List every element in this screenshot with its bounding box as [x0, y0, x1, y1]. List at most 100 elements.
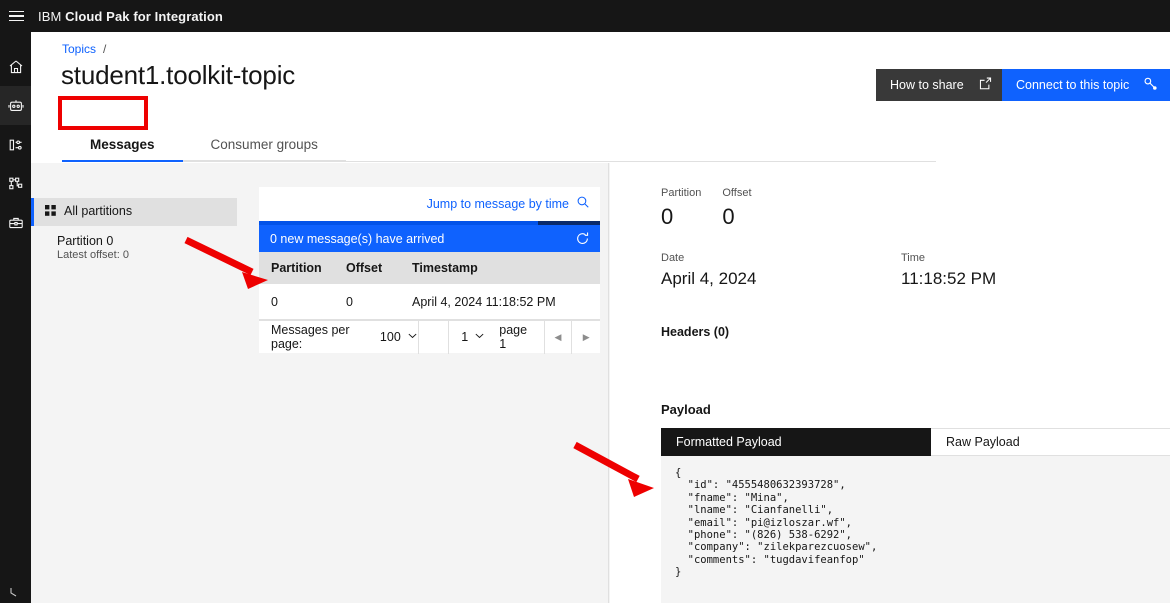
- headers-label: Headers (0): [661, 325, 729, 339]
- page-action-buttons: How to share Connect to this topic: [876, 69, 1170, 101]
- tab-raw-payload[interactable]: Raw Payload: [931, 428, 1170, 456]
- detail-partition-label: Partition: [661, 187, 701, 199]
- page-title: student1.toolkit-topic: [61, 60, 295, 91]
- detail-time-label: Time: [901, 252, 1141, 264]
- tab-messages[interactable]: Messages: [62, 128, 183, 162]
- per-page-value: 100: [380, 330, 401, 344]
- page-count-text: page 1: [499, 323, 531, 351]
- breadcrumb-separator: /: [103, 42, 106, 56]
- message-detail-pane: Partition 0 Offset 0 Date April 4, 2024 …: [610, 163, 1170, 603]
- share-icon: [978, 76, 993, 94]
- payload-label: Payload: [661, 402, 711, 417]
- chevron-down-icon: [474, 330, 485, 344]
- next-page-button[interactable]: ▶: [572, 321, 600, 354]
- page-select[interactable]: 1: [461, 330, 485, 344]
- robot-icon: [8, 98, 24, 114]
- new-messages-banner[interactable]: 0 new message(s) have arrived: [259, 225, 600, 252]
- connect-to-topic-label: Connect to this topic: [1016, 78, 1129, 92]
- rail-item-topology[interactable]: [0, 164, 31, 203]
- per-page-group: Messages per page: 100: [259, 323, 418, 351]
- detail-date-label: Date: [661, 252, 901, 264]
- detail-time: Time 11:18:52 PM: [901, 252, 1141, 289]
- per-page-select[interactable]: 100: [380, 330, 418, 344]
- brand-name: Cloud Pak for Integration: [65, 9, 223, 24]
- detail-offset-value: 0: [722, 204, 751, 230]
- content-area: All partitions Partition 0 Latest offset…: [31, 163, 1170, 603]
- pagination-gap: [419, 321, 450, 354]
- messages-left-column: All partitions Partition 0 Latest offset…: [31, 163, 609, 603]
- detail-time-value: 11:18:52 PM: [901, 269, 1141, 289]
- detail-date-value: April 4, 2024: [661, 269, 901, 289]
- tab-messages-label: Messages: [90, 137, 155, 152]
- partition-list: All partitions Partition 0 Latest offset…: [31, 198, 237, 267]
- per-page-label: Messages per page:: [271, 323, 372, 351]
- page-value: 1: [461, 330, 468, 344]
- prev-page-button[interactable]: ◀: [545, 321, 573, 354]
- col-timestamp[interactable]: Timestamp: [412, 261, 600, 275]
- breadcrumb-link-topics[interactable]: Topics: [62, 42, 96, 56]
- chevron-down-icon: [407, 330, 418, 344]
- detail-offset-label: Offset: [722, 187, 751, 199]
- home-icon: [8, 59, 24, 75]
- detail-partition-value: 0: [661, 204, 701, 230]
- refresh-icon[interactable]: [575, 231, 590, 246]
- rail-item-overflow[interactable]: [0, 587, 31, 603]
- brand-prefix: IBM: [38, 9, 61, 24]
- row-partition: 0: [259, 295, 346, 309]
- jump-to-message-link[interactable]: Jump to message by time: [427, 197, 569, 211]
- messages-table-card: Jump to message by time 0 new message(s)…: [259, 187, 600, 353]
- new-messages-text: 0 new message(s) have arrived: [270, 232, 444, 246]
- row-timestamp: April 4, 2024 11:18:52 PM: [412, 295, 600, 309]
- rail-item-toolbox[interactable]: [0, 203, 31, 242]
- chevron-left-icon: ◀: [554, 332, 561, 343]
- rail-item-home[interactable]: [0, 47, 31, 86]
- detail-offset: Offset 0: [722, 187, 751, 230]
- breadcrumb: Topics /: [62, 42, 106, 56]
- tab-formatted-payload-label: Formatted Payload: [676, 435, 782, 449]
- chevron-right-icon: ▶: [583, 332, 590, 343]
- global-header: IBM Cloud Pak for Integration: [0, 0, 1170, 32]
- how-to-share-button[interactable]: How to share: [876, 69, 1002, 101]
- col-partition[interactable]: Partition: [259, 261, 346, 275]
- grid-icon: [45, 205, 57, 220]
- left-nav-rail: [0, 32, 31, 603]
- tab-raw-payload-label: Raw Payload: [946, 435, 1020, 449]
- jump-to-message-row[interactable]: Jump to message by time: [259, 187, 600, 221]
- partition-item-all[interactable]: All partitions: [31, 198, 237, 226]
- sliders-icon: [8, 137, 24, 153]
- brand-title[interactable]: IBM Cloud Pak for Integration: [38, 9, 223, 24]
- partition-all-label: All partitions: [64, 204, 132, 218]
- page-container: Topics / student1.toolkit-topic How to sh…: [31, 32, 1170, 603]
- partition-item-0-offset: Latest offset: 0: [57, 249, 227, 261]
- detail-partition: Partition 0: [661, 187, 701, 230]
- tab-formatted-payload[interactable]: Formatted Payload: [661, 428, 931, 456]
- payload-viewer: { "id": "4555480632393728", "fname": "Mi…: [661, 456, 1170, 603]
- payload-json: { "id": "4555480632393728", "fname": "Mi…: [675, 467, 1170, 578]
- hamburger-icon[interactable]: [0, 0, 32, 32]
- detail-ids: Partition 0 Offset 0: [661, 187, 752, 230]
- rail-item-automation[interactable]: [0, 86, 31, 125]
- detail-datetime: Date April 4, 2024 Time 11:18:52 PM: [661, 252, 1141, 289]
- toolbox-icon: [8, 215, 24, 231]
- payload-tabs: Formatted Payload Raw Payload: [661, 428, 1170, 456]
- tab-consumer-groups-label: Consumer groups: [211, 137, 318, 152]
- tab-consumer-groups[interactable]: Consumer groups: [183, 128, 346, 162]
- detail-date: Date April 4, 2024: [661, 252, 901, 289]
- topology-icon: [8, 176, 24, 192]
- pagination-bar: Messages per page: 100: [259, 320, 600, 353]
- connect-key-icon: [1143, 76, 1158, 94]
- rail-item-integration[interactable]: [0, 125, 31, 164]
- connect-to-topic-button[interactable]: Connect to this topic: [1002, 69, 1170, 101]
- partial-icon: [8, 587, 24, 603]
- topic-tabs: Messages Consumer groups: [62, 128, 936, 162]
- table-row[interactable]: 0 0 April 4, 2024 11:18:52 PM: [259, 284, 600, 320]
- search-icon[interactable]: [576, 195, 590, 214]
- how-to-share-label: How to share: [890, 78, 964, 92]
- partition-item-0-name: Partition 0: [57, 234, 227, 248]
- partition-item-0[interactable]: Partition 0 Latest offset: 0: [31, 226, 237, 267]
- col-offset[interactable]: Offset: [346, 261, 412, 275]
- row-offset: 0: [346, 295, 412, 309]
- messages-table-header: Partition Offset Timestamp: [259, 252, 600, 284]
- tabs-filler: [346, 128, 936, 162]
- page-select-group: 1 page 1: [449, 321, 544, 354]
